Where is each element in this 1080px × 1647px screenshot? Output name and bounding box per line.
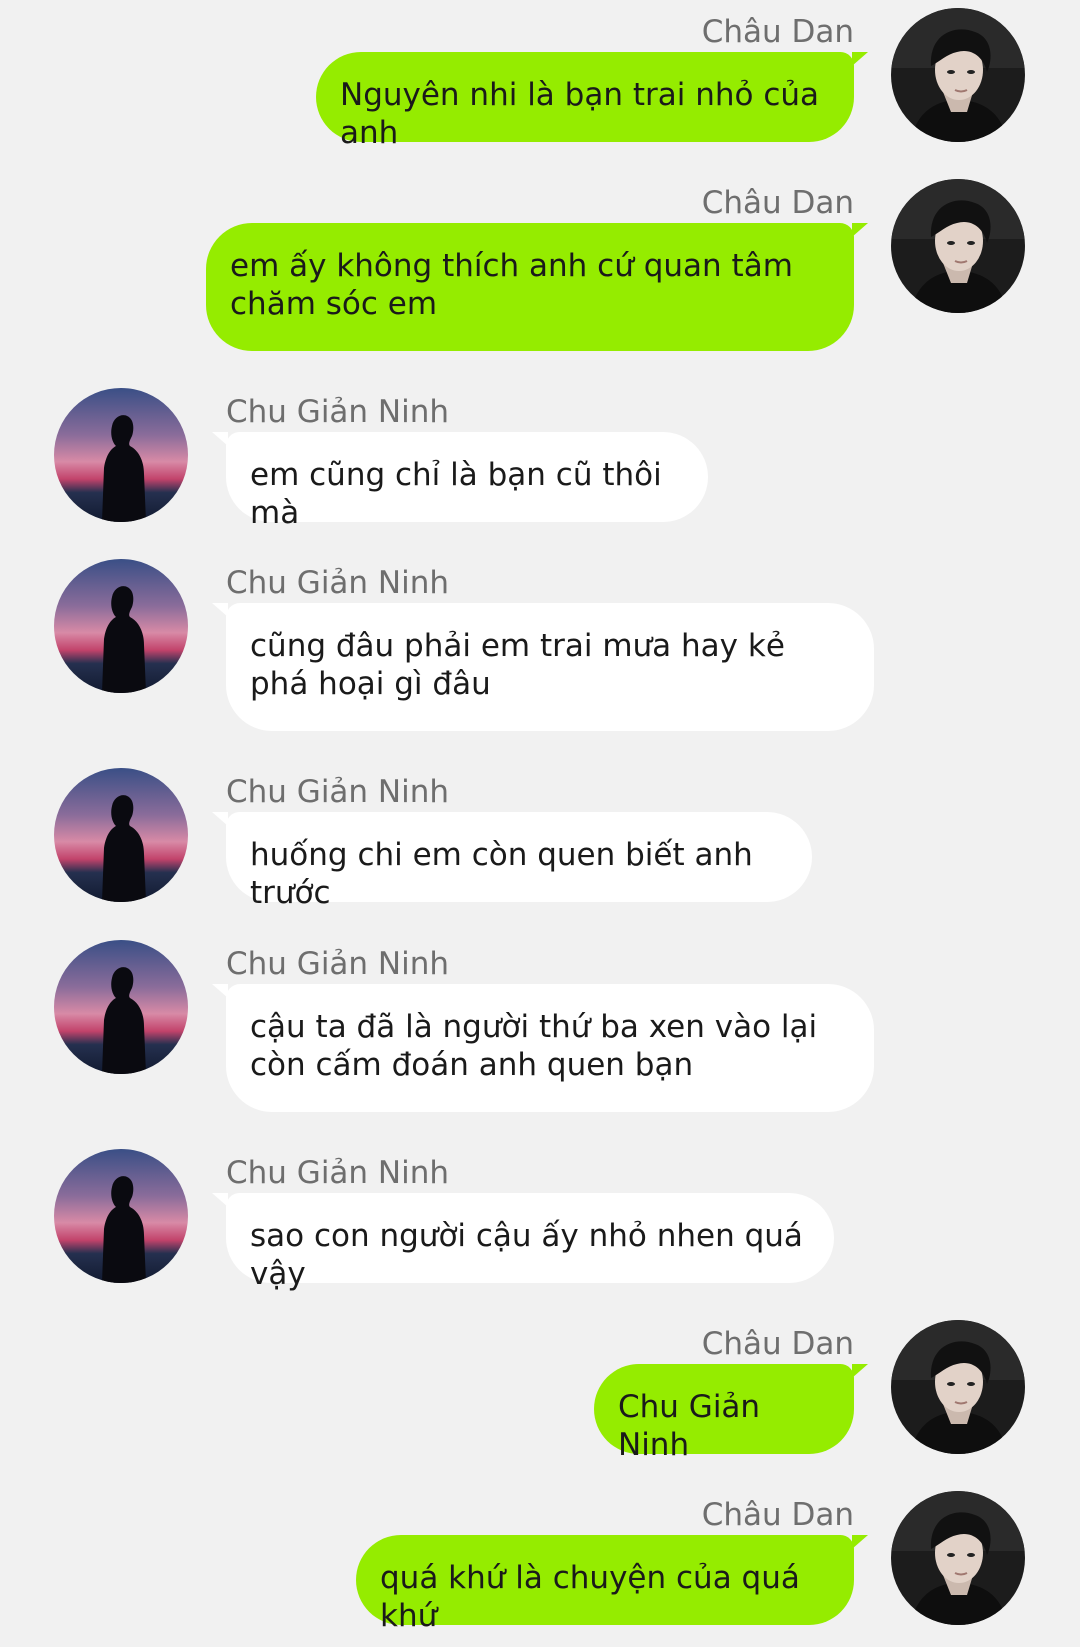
boy-portrait-icon bbox=[891, 1491, 1025, 1625]
message-bubble-outgoing[interactable]: Nguyên nhi là bạn trai nhỏ của anh bbox=[316, 52, 868, 151]
boy-portrait-icon bbox=[891, 179, 1025, 313]
boy-portrait-avatar[interactable] bbox=[891, 8, 1025, 142]
sender-name: Chu Giản Ninh bbox=[226, 565, 450, 601]
boy-portrait-avatar[interactable] bbox=[891, 1491, 1025, 1625]
message-bubble-incoming[interactable]: em cũng chỉ là bạn cũ thôi mà bbox=[212, 432, 708, 531]
sender-name: Châu Dan bbox=[701, 1497, 854, 1533]
sender-name: Chu Giản Ninh bbox=[226, 1155, 450, 1191]
message-bubble-outgoing[interactable]: quá khứ là chuyện của quá khứ bbox=[356, 1535, 868, 1634]
message-bubble-incoming[interactable]: cậu ta đã là người thứ ba xen vào lại cò… bbox=[212, 984, 874, 1112]
message-row: Châu Dan quá khứ là chuyện của quá khứ bbox=[0, 1483, 1080, 1634]
message-bubble-incoming[interactable]: huống chi em còn quen biết anh trước bbox=[212, 812, 812, 911]
message-row: Chu Giản Ninh huống chi em còn quen biết… bbox=[0, 760, 1080, 911]
boy-portrait-avatar[interactable] bbox=[891, 179, 1025, 313]
message-row: Châu Dan Nguyên nhi là bạn trai nhỏ của … bbox=[0, 0, 1080, 151]
message-bubble-outgoing[interactable]: Chu Giản Ninh bbox=[594, 1364, 868, 1463]
sunset-silhouette-avatar[interactable] bbox=[54, 388, 188, 522]
sunset-silhouette-icon bbox=[54, 1149, 188, 1283]
boy-portrait-avatar[interactable] bbox=[891, 1320, 1025, 1454]
message-row: Chu Giản Ninh em cũng chỉ là bạn cũ thôi… bbox=[0, 380, 1080, 531]
sunset-silhouette-icon bbox=[54, 559, 188, 693]
sunset-silhouette-avatar[interactable] bbox=[54, 768, 188, 902]
sender-name: Chu Giản Ninh bbox=[226, 774, 450, 810]
message-bubble-outgoing[interactable]: em ấy không thích anh cứ quan tâm chăm s… bbox=[206, 223, 868, 351]
message-bubble-incoming[interactable]: sao con người cậu ấy nhỏ nhen quá vậy bbox=[212, 1193, 834, 1292]
sender-name: Châu Dan bbox=[701, 185, 854, 221]
sunset-silhouette-icon bbox=[54, 768, 188, 902]
message-row: Chu Giản Ninh cũng đâu phải em trai mưa … bbox=[0, 551, 1080, 731]
boy-portrait-icon bbox=[891, 8, 1025, 142]
chat-thread: Châu Dan Nguyên nhi là bạn trai nhỏ của … bbox=[0, 0, 1080, 1647]
sender-name: Chu Giản Ninh bbox=[226, 394, 450, 430]
sender-name: Chu Giản Ninh bbox=[226, 946, 450, 982]
message-row: Chu Giản Ninh cậu ta đã là người thứ ba … bbox=[0, 932, 1080, 1112]
sunset-silhouette-avatar[interactable] bbox=[54, 940, 188, 1074]
sender-name: Châu Dan bbox=[701, 1326, 854, 1362]
message-row: Châu Dan Chu Giản Ninh bbox=[0, 1312, 1080, 1463]
sunset-silhouette-icon bbox=[54, 388, 188, 522]
message-bubble-incoming[interactable]: cũng đâu phải em trai mưa hay kẻ phá hoạ… bbox=[212, 603, 874, 731]
sunset-silhouette-avatar[interactable] bbox=[54, 1149, 188, 1283]
boy-portrait-icon bbox=[891, 1320, 1025, 1454]
message-row: Châu Dan em ấy không thích anh cứ quan t… bbox=[0, 171, 1080, 351]
message-row: Chu Giản Ninh sao con người cậu ấy nhỏ n… bbox=[0, 1141, 1080, 1292]
sunset-silhouette-avatar[interactable] bbox=[54, 559, 188, 693]
sunset-silhouette-icon bbox=[54, 940, 188, 1074]
sender-name: Châu Dan bbox=[701, 14, 854, 50]
